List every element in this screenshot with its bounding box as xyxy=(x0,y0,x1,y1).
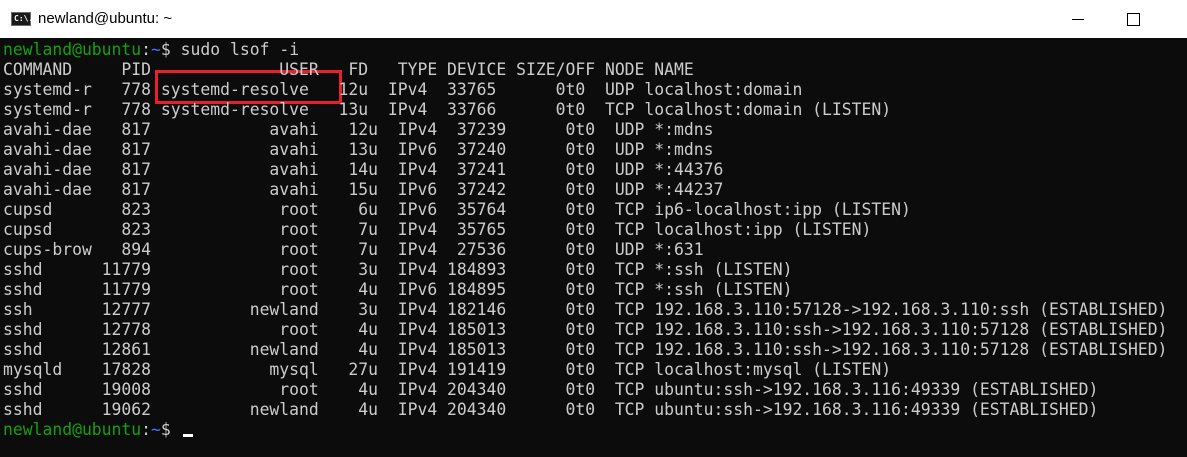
title-bar[interactable]: C:\. newland@ubuntu: ~ xyxy=(0,0,1187,38)
command-prompt-line: newland@ubuntu:~$ sudo lsof -i xyxy=(3,40,299,60)
cmd-icon-text: C:\. xyxy=(14,14,34,23)
output-line: mysqld 17828 mysql 27u IPv4 191419 0t0 T… xyxy=(3,360,892,379)
cmd-terminal-icon[interactable]: C:\. xyxy=(11,12,34,26)
prompt-symbol: $ xyxy=(160,420,171,439)
output-line: systemd-r 778 systemd-resolve 12u IPv4 3… xyxy=(3,80,803,99)
prompt-separator: : xyxy=(141,40,152,59)
output-line: systemd-r 778 systemd-resolve 13u IPv4 3… xyxy=(3,100,892,119)
command-text: $ sudo lsof -i xyxy=(160,40,300,59)
output-line: avahi-dae 817 avahi 14u IPv4 37241 0t0 U… xyxy=(3,160,724,179)
output-line: ssh 12777 newland 3u IPv4 182146 0t0 TCP… xyxy=(3,300,1168,319)
minimize-icon xyxy=(1072,19,1084,20)
output-line: sshd 12778 root 4u IPv4 185013 0t0 TCP 1… xyxy=(3,320,1168,339)
output-line: sshd 12861 newland 4u IPv4 185013 0t0 TC… xyxy=(3,340,1168,359)
header-row: COMMAND PID USER FD TYPE DEVICE SIZE/OFF… xyxy=(3,60,694,79)
output-line: avahi-dae 817 avahi 15u IPv6 37242 0t0 U… xyxy=(3,180,724,199)
output-line: sshd 11779 root 3u IPv4 184893 0t0 TCP *… xyxy=(3,260,793,279)
output-line: cupsd 823 root 6u IPv6 35764 0t0 TCP ip6… xyxy=(3,200,911,219)
prompt-path: ~ xyxy=(151,420,161,439)
maximize-icon xyxy=(1127,13,1140,26)
prompt-user-host: newland@ubuntu xyxy=(3,420,142,439)
prompt-user-host: newland@ubuntu xyxy=(3,40,142,59)
final-prompt-line[interactable]: newland@ubuntu:~$ xyxy=(3,420,193,440)
output-line: avahi-dae 817 avahi 12u IPv4 37239 0t0 U… xyxy=(3,120,714,139)
prompt-path: ~ xyxy=(151,40,161,59)
minimize-button[interactable] xyxy=(1048,0,1108,38)
output-line: sshd 19062 newland 4u IPv4 204340 0t0 TC… xyxy=(3,400,1099,419)
maximize-button[interactable] xyxy=(1104,0,1164,38)
output-line: sshd 19008 root 4u IPv4 204340 0t0 TCP u… xyxy=(3,380,1099,399)
text-cursor xyxy=(182,434,193,437)
output-line: cups-brow 894 root 7u IPv4 27536 0t0 UDP… xyxy=(3,240,704,259)
terminal-output[interactable]: newland@ubuntu:~$ sudo lsof -i COMMAND P… xyxy=(0,38,1187,457)
output-line: cupsd 823 root 7u IPv4 35765 0t0 TCP loc… xyxy=(3,220,872,239)
prompt-separator: : xyxy=(141,420,152,439)
output-line: avahi-dae 817 avahi 13u IPv6 37240 0t0 U… xyxy=(3,140,714,159)
output-line: sshd 11779 root 4u IPv6 184895 0t0 TCP *… xyxy=(3,280,793,299)
window-title: newland@ubuntu: ~ xyxy=(38,10,173,27)
